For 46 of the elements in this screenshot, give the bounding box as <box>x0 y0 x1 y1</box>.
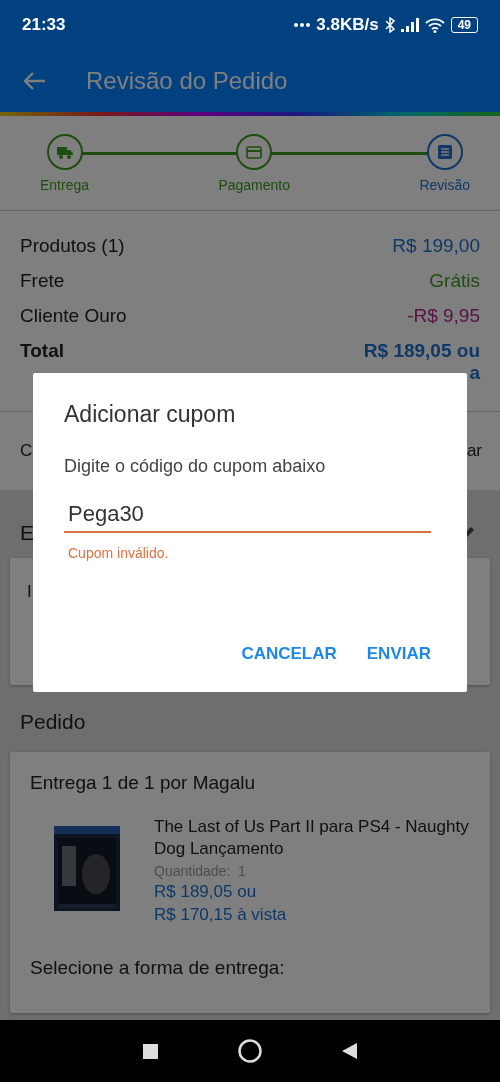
step-circle[interactable] <box>236 134 273 170</box>
coupon-label: C <box>20 441 33 461</box>
coupon-field[interactable]: Pega30 <box>64 497 431 533</box>
summary-label: Frete <box>20 270 65 292</box>
dialog-title: Adicionar cupom <box>64 401 237 428</box>
home-circle-icon[interactable] <box>238 1039 262 1063</box>
summary-value: -R$ 9,95 <box>407 305 480 327</box>
step-label: Pagamento <box>218 177 291 193</box>
step-label: Revisão <box>419 177 470 193</box>
product-price: R$ 170,15 à vista <box>154 905 288 925</box>
step-circle[interactable] <box>426 134 463 170</box>
list-icon <box>437 145 452 159</box>
battery-level: 49 <box>450 17 478 33</box>
product-name[interactable]: The Last of Us Part II para PS4 - Naughty Dog Lançamento <box>154 816 469 860</box>
dots-icon <box>294 23 311 27</box>
step-circle[interactable] <box>46 134 83 170</box>
delivery-title: Entrega 1 de 1 por Magalu <box>30 772 256 794</box>
summary-value: Grátis <box>429 270 480 292</box>
square-icon[interactable] <box>143 1043 158 1059</box>
shipping-prompt: Selecione a forma de entrega: <box>30 957 286 979</box>
network-speed: 3.8KB/s <box>316 15 379 35</box>
error-message: Cupom inválido. <box>67 545 169 561</box>
address-line: I <box>27 582 33 602</box>
dialog-message: Digite o código do cupom abaixo <box>64 456 327 477</box>
wifi-icon <box>424 17 445 33</box>
section-heading: E <box>20 521 34 545</box>
total-value: a <box>469 362 480 384</box>
total-value: R$ 189,05 ou <box>363 340 480 362</box>
summary-label: Cliente Ouro <box>20 305 127 327</box>
step-label: Entrega <box>40 177 90 193</box>
summary-label: Produtos (1) <box>20 235 125 257</box>
dialog-button[interactable]: ENVIAR <box>366 640 431 668</box>
product-price: R$ 189,05 ou <box>154 882 258 902</box>
status-time: 21:33 <box>22 15 66 35</box>
section-heading: Pedido <box>20 710 86 734</box>
back-triangle-icon[interactable] <box>342 1043 357 1059</box>
back-arrow-icon[interactable] <box>24 72 46 90</box>
total-label: Total <box>20 340 64 362</box>
page-title: Revisão do Pedido <box>86 67 288 95</box>
coupon-action: ar <box>466 441 482 461</box>
dialog-button[interactable]: CANCELAR <box>241 640 337 668</box>
signal-icon <box>400 18 419 32</box>
summary-value: R$ 199,00 <box>392 235 480 257</box>
credit-card-icon <box>246 145 263 159</box>
bluetooth-icon <box>384 17 395 33</box>
truck-icon <box>56 145 73 159</box>
